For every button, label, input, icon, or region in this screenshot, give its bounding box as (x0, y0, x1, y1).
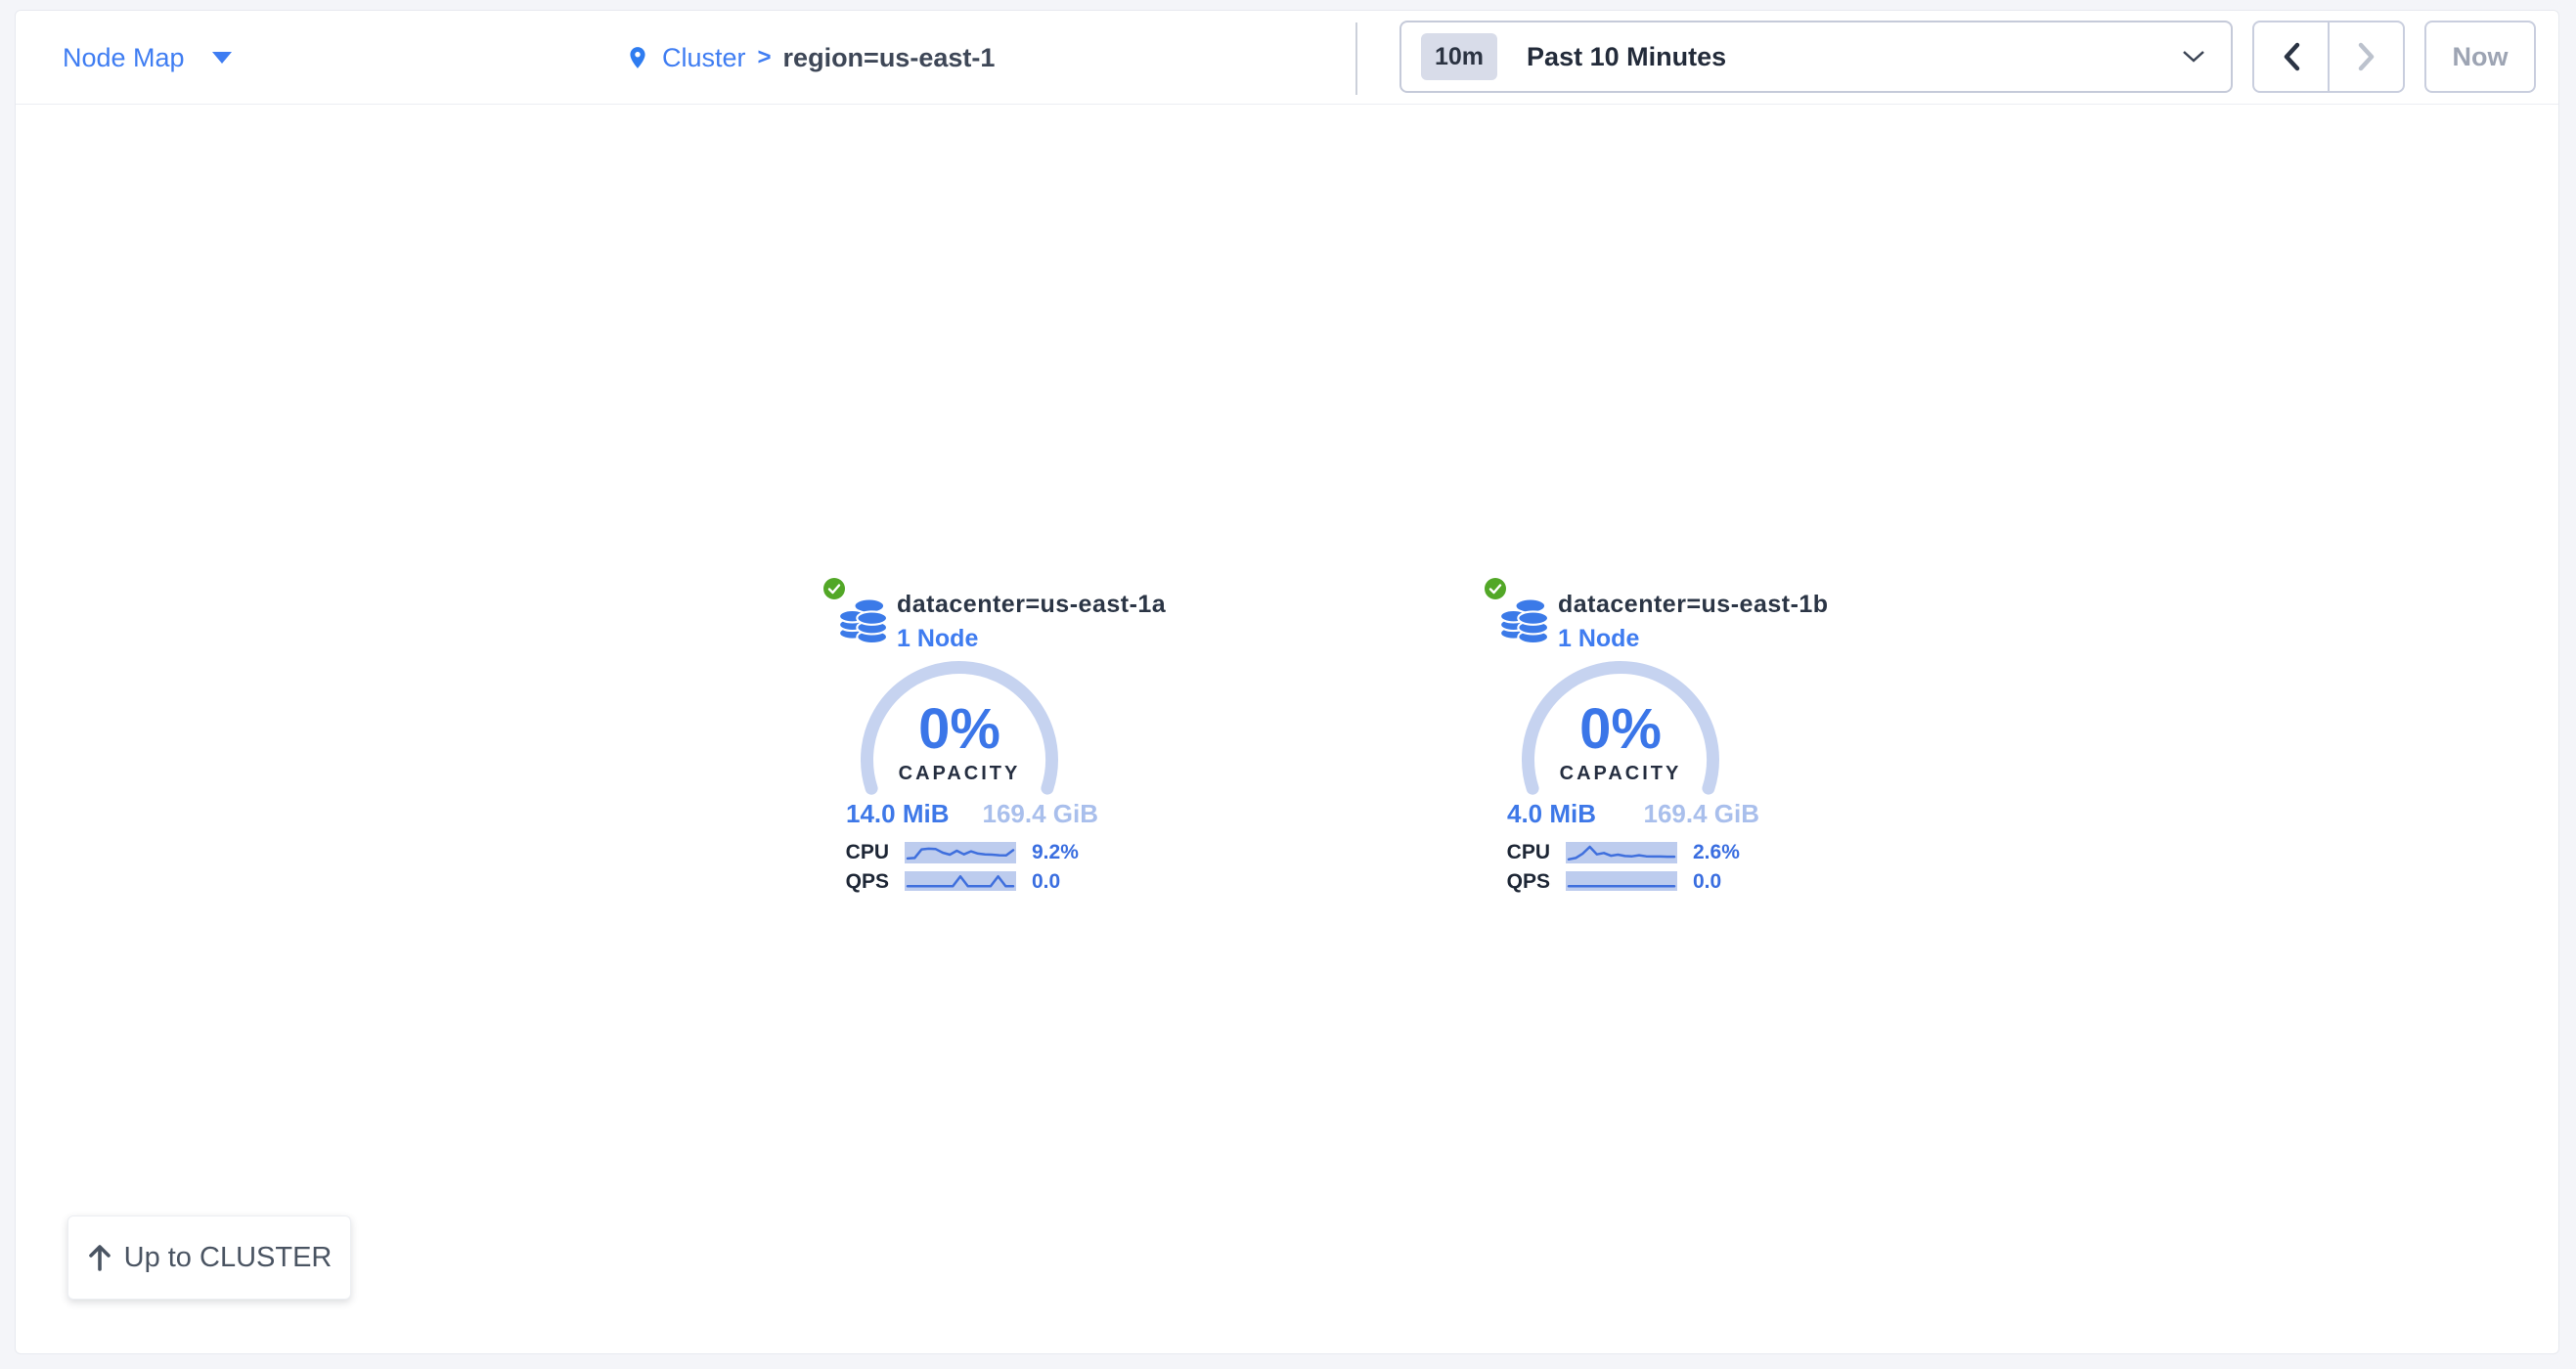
metric-value: 0.0 (1032, 871, 1060, 893)
chevron-left-icon (2279, 41, 2304, 72)
datacenter-card-us-east-1a[interactable]: datacenter=us-east-1a 1 Node 0% CAPACITY… (822, 576, 1106, 913)
capacity-used: 4.0 MiB (1507, 799, 1596, 829)
metric-value: 0.0 (1693, 871, 1721, 893)
header-bar: Node Map Cluster > region=us-east-1 10m … (16, 11, 2558, 105)
cpu-sparkline-chart (905, 842, 1016, 863)
view-selector-label: Node Map (63, 43, 185, 73)
up-to-cluster-label: Up to CLUSTER (124, 1242, 333, 1274)
qps-sparkline-chart (1566, 871, 1677, 891)
check-circle-icon (823, 578, 845, 599)
qps-sparkline-chart (905, 871, 1016, 891)
time-next-button[interactable] (2330, 22, 2403, 91)
now-button[interactable]: Now (2424, 21, 2536, 93)
chevron-down-icon (2182, 50, 2205, 64)
time-range-select[interactable]: 10m Past 10 Minutes (1399, 21, 2233, 93)
metric-label: QPS (1491, 871, 1550, 893)
metric-row-cpu: CPU 2.6% (1484, 842, 1767, 863)
time-prev-button[interactable] (2254, 22, 2330, 91)
metric-label: QPS (830, 871, 889, 893)
datacenter-name: datacenter=us-east-1a (897, 591, 1166, 619)
database-stack-icon (1499, 597, 1552, 644)
capacity-values: 4.0 MiB 169.4 GiB (1507, 799, 1759, 829)
capacity-values: 14.0 MiB 169.4 GiB (846, 799, 1098, 829)
view-selector-dropdown[interactable]: Node Map (63, 11, 232, 105)
metric-value: 9.2% (1032, 842, 1079, 863)
breadcrumb-current: region=us-east-1 (783, 43, 996, 73)
metric-row-qps: QPS 0.0 (1484, 871, 1767, 891)
metric-row-cpu: CPU 9.2% (822, 842, 1106, 863)
datacenter-name: datacenter=us-east-1b (1558, 591, 1829, 619)
capacity-label: CAPACITY (1484, 763, 1757, 785)
capacity-percent: 0% (1484, 701, 1757, 758)
metric-label: CPU (830, 842, 889, 863)
breadcrumb: Cluster > region=us-east-1 (625, 11, 995, 105)
capacity-label: CAPACITY (822, 763, 1096, 785)
datacenter-card-us-east-1b[interactable]: datacenter=us-east-1b 1 Node 0% CAPACITY… (1484, 576, 1767, 913)
caret-down-icon (212, 52, 232, 64)
metric-label: CPU (1491, 842, 1550, 863)
node-map-panel: Node Map Cluster > region=us-east-1 10m … (15, 10, 2559, 1354)
chevron-right-icon (2354, 41, 2379, 72)
breadcrumb-separator: > (758, 44, 772, 71)
datacenter-node-count: 1 Node (897, 625, 978, 653)
database-stack-icon (838, 597, 891, 644)
capacity-percent: 0% (822, 701, 1096, 758)
time-range-label: Past 10 Minutes (1527, 42, 1726, 72)
time-nav-group (2252, 21, 2405, 93)
time-range-badge: 10m (1421, 33, 1497, 80)
datacenter-node-count: 1 Node (1558, 625, 1639, 653)
breadcrumb-cluster-link[interactable]: Cluster (662, 43, 746, 73)
arrow-up-icon (87, 1243, 112, 1272)
location-pin-icon (625, 42, 650, 73)
capacity-total: 169.4 GiB (1643, 799, 1759, 829)
metric-value: 2.6% (1693, 842, 1740, 863)
check-circle-icon (1485, 578, 1506, 599)
metric-row-qps: QPS 0.0 (822, 871, 1106, 891)
capacity-used: 14.0 MiB (846, 799, 950, 829)
cpu-sparkline-chart (1566, 842, 1677, 863)
header-divider (1355, 22, 1357, 95)
up-to-cluster-button[interactable]: Up to CLUSTER (67, 1215, 351, 1300)
capacity-total: 169.4 GiB (982, 799, 1098, 829)
